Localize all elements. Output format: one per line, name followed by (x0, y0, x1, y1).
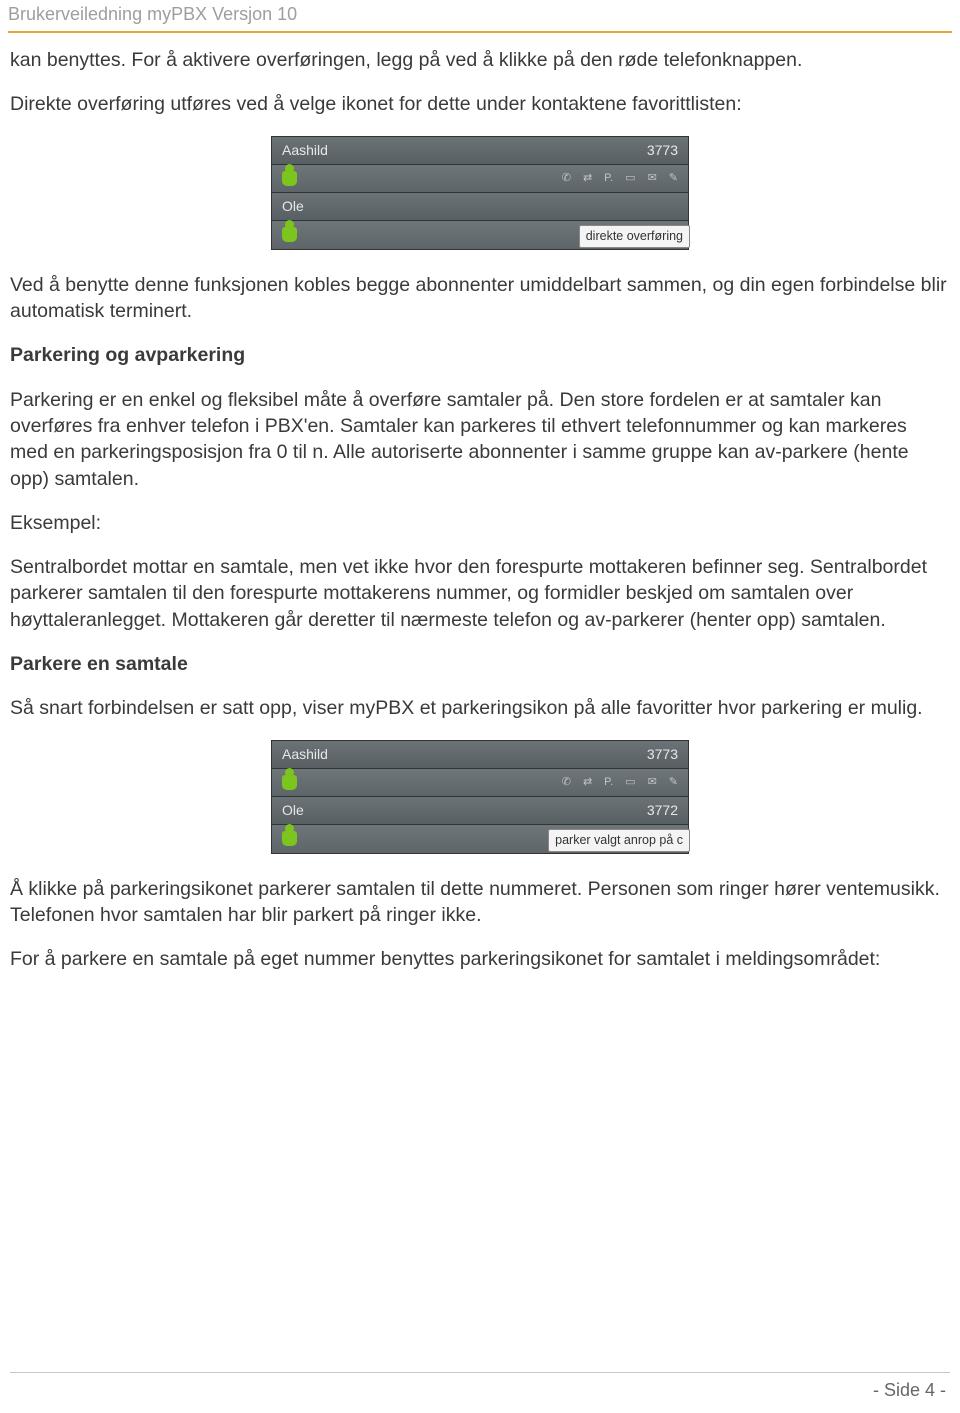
paragraph: Parkering er en enkel og fleksibel måte … (10, 387, 950, 492)
presence-icon (282, 831, 297, 846)
contact-number: 3773 (647, 141, 678, 160)
contact-row[interactable]: Aashild 3773 (272, 137, 688, 165)
contact-row[interactable]: Ole 3772 (272, 797, 688, 825)
contact-actions: parker valgt anrop på c (272, 825, 688, 853)
page-number: - Side 4 - (873, 1380, 946, 1401)
paragraph: Eksempel: (10, 510, 950, 536)
paragraph: Direkte overføring utføres ved å velge i… (10, 91, 950, 117)
paragraph: Ved å benytte denne funksjonen kobles be… (10, 272, 950, 325)
content: kan benyttes. For å aktivere overføringe… (0, 47, 960, 973)
contact-number: 3773 (647, 745, 678, 764)
mail-icon[interactable]: ✉ (648, 171, 657, 186)
contact-row[interactable]: Aashild 3773 (272, 741, 688, 769)
figure-2: Aashild 3773 ✆ ⇄ P. ▭ ✉ ✎ Ole 3772 parke… (10, 740, 950, 854)
edit-icon[interactable]: ✎ (669, 171, 678, 186)
park-icon[interactable]: P. (604, 171, 613, 186)
phone-icon[interactable]: ✆ (562, 171, 571, 186)
phone-icon[interactable]: ✆ (562, 775, 571, 790)
chat-icon[interactable]: ▭ (625, 171, 635, 186)
contact-actions: ✆ ⇄ P. ▭ ✉ ✎ (272, 165, 688, 193)
contact-actions: direkte overføring (272, 221, 688, 249)
divider-orange (8, 31, 952, 33)
presence-icon (282, 227, 297, 242)
figure-1: Aashild 3773 ✆ ⇄ P. ▭ ✉ ✎ Ole direkte ov… (10, 136, 950, 250)
transfer-icon[interactable]: ⇄ (583, 171, 592, 186)
paragraph: Sentralbordet mottar en samtale, men vet… (10, 554, 950, 633)
contact-number: 3772 (647, 801, 678, 820)
contact-panel: Aashild 3773 ✆ ⇄ P. ▭ ✉ ✎ Ole 3772 parke… (271, 740, 689, 854)
contact-panel: Aashild 3773 ✆ ⇄ P. ▭ ✉ ✎ Ole direkte ov… (271, 136, 689, 250)
footer-divider (10, 1372, 950, 1373)
transfer-icon[interactable]: ⇄ (583, 775, 592, 790)
edit-icon[interactable]: ✎ (669, 775, 678, 790)
tooltip: direkte overføring (579, 225, 690, 248)
chat-icon[interactable]: ▭ (625, 775, 635, 790)
paragraph: For å parkere en samtale på eget nummer … (10, 946, 950, 972)
mail-icon[interactable]: ✉ (648, 775, 657, 790)
contact-name: Ole (282, 197, 304, 216)
contact-row[interactable]: Ole (272, 193, 688, 221)
doc-header: Brukerveiledning myPBX Versjon 10 (0, 0, 960, 31)
contact-name: Aashild (282, 745, 328, 764)
presence-icon (282, 171, 297, 186)
heading: Parkering og avparkering (10, 342, 950, 368)
presence-icon (282, 775, 297, 790)
paragraph: kan benyttes. For å aktivere overføringe… (10, 47, 950, 73)
tooltip: parker valgt anrop på c (548, 829, 690, 852)
contact-name: Aashild (282, 141, 328, 160)
heading: Parkere en samtale (10, 651, 950, 677)
park-icon[interactable]: P. (604, 775, 613, 790)
paragraph: Å klikke på parkeringsikonet parkerer sa… (10, 876, 950, 929)
paragraph: Så snart forbindelsen er satt opp, viser… (10, 695, 950, 721)
contact-name: Ole (282, 801, 304, 820)
contact-actions: ✆ ⇄ P. ▭ ✉ ✎ (272, 769, 688, 797)
